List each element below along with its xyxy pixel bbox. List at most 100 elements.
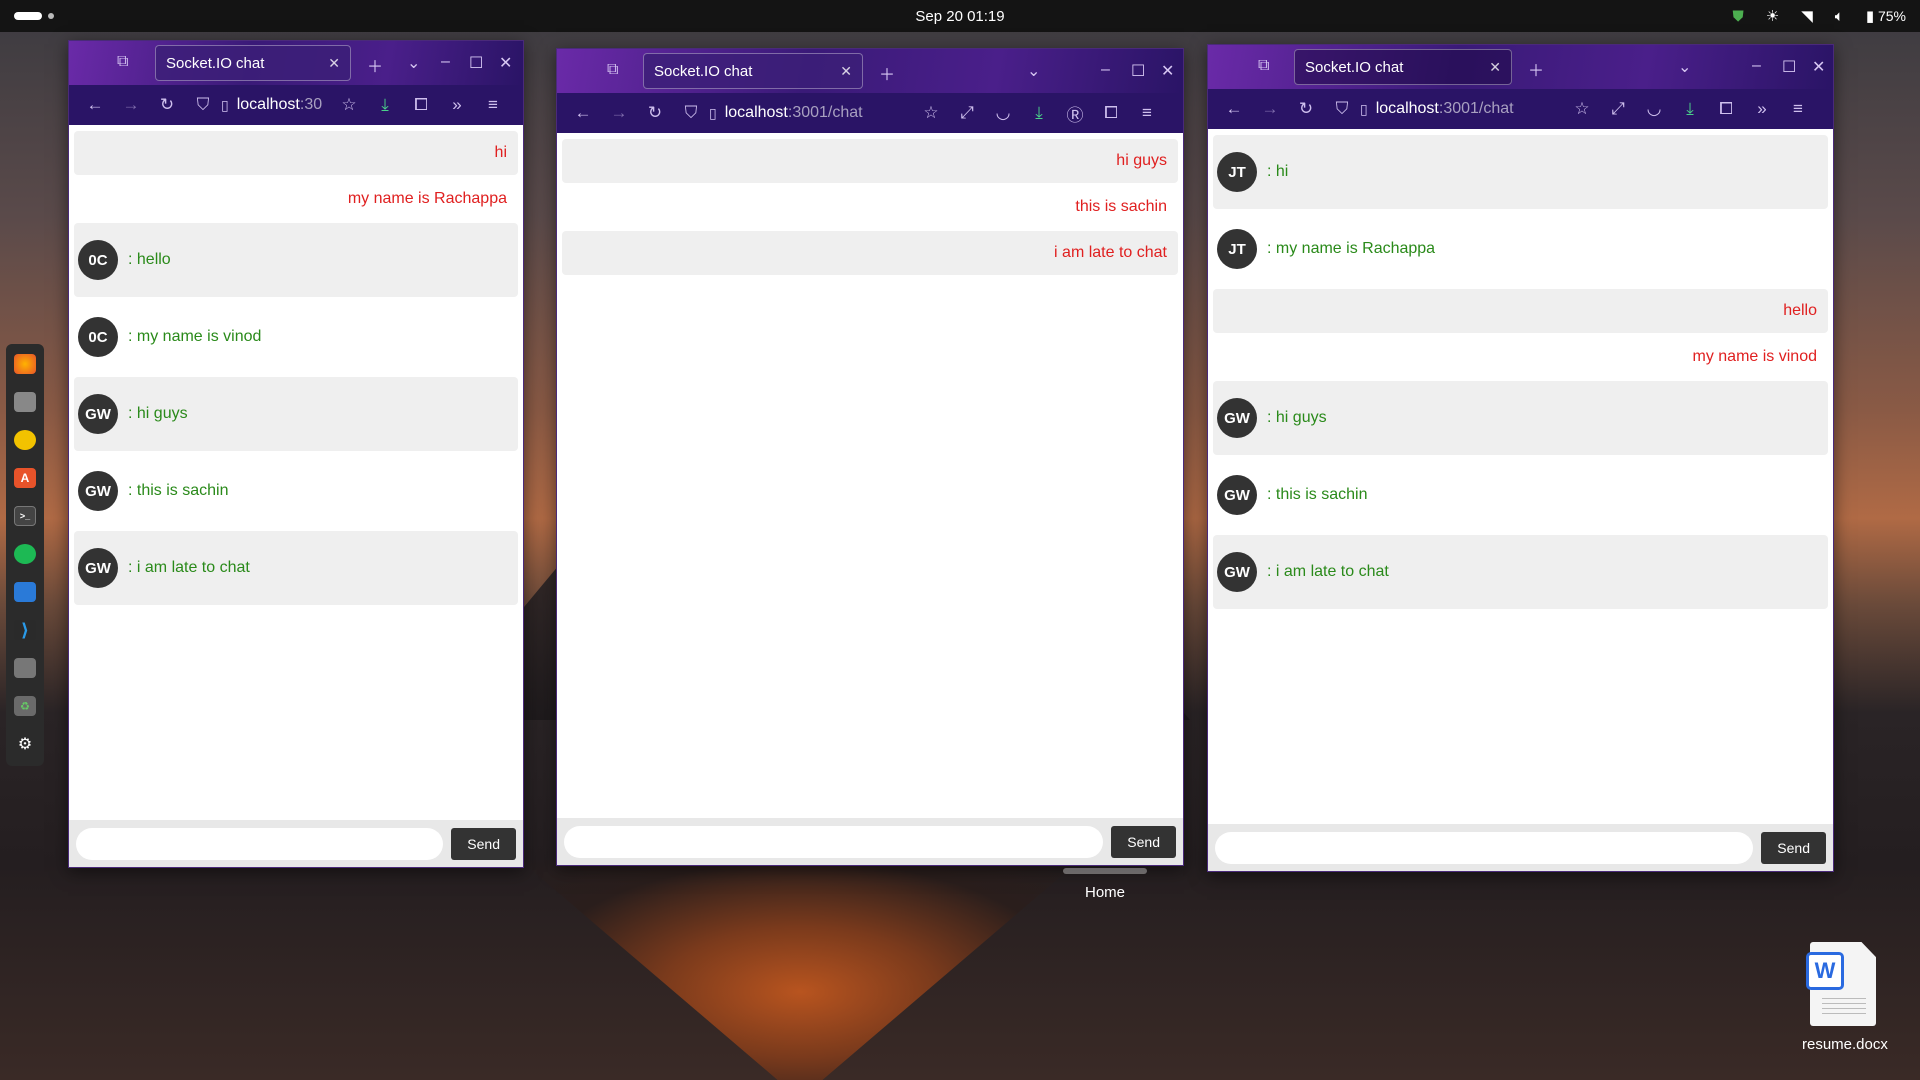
app-center-icon[interactable]: A — [14, 468, 36, 488]
chat-message: GW: i am late to chat — [1213, 535, 1828, 609]
firefox-icon[interactable] — [14, 354, 36, 374]
battery-indicator[interactable]: ▮ 75% — [1866, 8, 1906, 24]
send-button[interactable]: Send — [1761, 831, 1826, 864]
bookmark-star-icon[interactable]: ☆ — [1564, 99, 1600, 119]
extensions-icon[interactable]: ⧠ — [1708, 99, 1744, 119]
overflow-chevrons-icon[interactable]: » — [1744, 99, 1780, 119]
back-icon[interactable]: ← — [77, 95, 113, 115]
send-button[interactable]: Send — [1111, 825, 1176, 858]
trash-icon[interactable]: ♻ — [14, 696, 36, 716]
brightness-icon[interactable]: ☀ — [1766, 9, 1779, 24]
bookmark-star-icon[interactable]: ☆ — [331, 95, 367, 115]
spotify-icon[interactable] — [14, 544, 36, 564]
overflow-chevrons-icon[interactable]: » — [439, 95, 475, 115]
chat-message: JT: my name is Rachappa — [1208, 209, 1833, 289]
back-icon[interactable]: ← — [565, 103, 601, 123]
url-host: localhost — [236, 96, 300, 113]
extensions-icon[interactable]: ⧠ — [1093, 103, 1129, 123]
url-bar[interactable]: ▯ localhost:3001/chat — [1360, 100, 1564, 118]
extensions-icon[interactable]: ⧠ — [403, 95, 439, 115]
rhythmbox-icon[interactable] — [14, 430, 36, 450]
message-text: : my name is vinod — [128, 328, 262, 345]
send-button[interactable]: Send — [451, 827, 516, 860]
forward-icon[interactable]: → — [1252, 99, 1288, 119]
reload-icon[interactable]: ↻ — [1288, 99, 1324, 119]
account-avatar-icon[interactable]: Ⓡ — [1057, 101, 1093, 126]
message-input[interactable] — [1215, 831, 1754, 864]
tab-socketio-chat[interactable]: Socket.IO chat ✕ — [643, 53, 863, 89]
back-icon[interactable]: ← — [1216, 99, 1252, 119]
message-text: : this is sachin — [1267, 486, 1368, 503]
shield-icon[interactable]: ⛊ — [1733, 9, 1744, 24]
tab-list-icon[interactable]: ⌄ — [407, 53, 420, 73]
maximize-icon[interactable]: ☐ — [1782, 57, 1796, 77]
message-input[interactable] — [76, 827, 444, 860]
reload-icon[interactable]: ↻ — [637, 103, 673, 123]
maximize-icon[interactable]: ☐ — [469, 53, 483, 73]
tab-title: Socket.IO chat — [654, 62, 753, 80]
terminal-icon[interactable]: >_ — [14, 506, 36, 526]
bookmark-star-icon[interactable]: ☆ — [913, 103, 949, 123]
message-text: : hello — [128, 251, 171, 268]
url-host: localhost — [724, 104, 788, 121]
tab-list-icon[interactable]: ⌄ — [1678, 57, 1691, 77]
wifi-icon[interactable]: ◥ — [1801, 9, 1813, 24]
downloads-icon[interactable]: ⤓ — [367, 95, 403, 115]
new-tab-icon[interactable]: ＋ — [367, 53, 383, 77]
disk-icon[interactable] — [14, 658, 36, 678]
tab-close-icon[interactable]: ✕ — [1489, 59, 1501, 76]
close-window-icon[interactable]: ✕ — [499, 53, 512, 73]
downloads-icon[interactable]: ⤓ — [1672, 99, 1708, 119]
expand-icon[interactable]: ⤢ — [949, 103, 985, 123]
tab-list-icon[interactable]: ⌄ — [1027, 61, 1040, 81]
file-name-label[interactable]: resume.docx — [1802, 1036, 1888, 1053]
menu-hamburger-icon[interactable]: ≡ — [1780, 99, 1816, 119]
menu-hamburger-icon[interactable]: ≡ — [1129, 103, 1165, 123]
new-tab-icon[interactable]: ＋ — [879, 61, 895, 85]
wallpaper-reflection — [520, 860, 1080, 1080]
shield-icon[interactable]: ⛉ — [185, 95, 221, 115]
url-bar[interactable]: ▯ localhost:30 — [221, 96, 331, 114]
files-icon[interactable] — [14, 392, 36, 412]
volume-icon[interactable]: 🔈︎ — [1835, 9, 1844, 24]
home-folder-label[interactable]: Home — [1085, 884, 1125, 901]
url-bar[interactable]: ▯ localhost:3001/chat — [709, 104, 913, 122]
own-message: my name is Rachappa — [69, 175, 523, 223]
url-path: :3001/chat — [787, 104, 863, 121]
pocket-icon[interactable]: ◡ — [1636, 99, 1672, 119]
forward-icon[interactable]: → — [601, 103, 637, 123]
vscode-icon[interactable]: ⟩ — [14, 620, 36, 640]
system-tray[interactable]: ⛊ ☀ ◥ 🔈︎ ▮ 75% — [1733, 0, 1906, 32]
clock[interactable]: Sep 20 01:19 — [915, 8, 1004, 25]
forward-icon[interactable]: → — [113, 95, 149, 115]
close-window-icon[interactable]: ✕ — [1161, 61, 1174, 81]
tab-overview-icon[interactable]: ⧉ — [117, 53, 128, 71]
url-path: :3001/chat — [1438, 100, 1514, 117]
maximize-icon[interactable]: ☐ — [1131, 61, 1145, 81]
tab-overview-icon[interactable]: ⧉ — [607, 61, 618, 79]
message-input[interactable] — [564, 825, 1104, 858]
shield-icon[interactable]: ⛉ — [1324, 99, 1360, 119]
message-text: this is sachin — [1075, 198, 1167, 215]
tab-socketio-chat[interactable]: Socket.IO chat ✕ — [1294, 49, 1512, 85]
page-icon: ▯ — [709, 104, 717, 121]
tab-close-icon[interactable]: ✕ — [840, 63, 852, 80]
reload-icon[interactable]: ↻ — [149, 95, 185, 115]
show-apps-icon[interactable]: ⚙ — [14, 734, 36, 754]
minimize-icon[interactable]: – — [1101, 61, 1110, 79]
pocket-icon[interactable]: ◡ — [985, 103, 1021, 123]
minimize-icon[interactable]: – — [441, 53, 450, 71]
tab-close-icon[interactable]: ✕ — [328, 55, 340, 72]
minimize-icon[interactable]: – — [1752, 57, 1761, 75]
tab-overview-icon[interactable]: ⧉ — [1258, 57, 1269, 75]
tab-socketio-chat[interactable]: Socket.IO chat ✕ — [155, 45, 351, 81]
activities-indicator[interactable] — [14, 12, 54, 20]
menu-hamburger-icon[interactable]: ≡ — [475, 95, 511, 115]
shield-icon[interactable]: ⛉ — [673, 103, 709, 123]
downloads-icon[interactable]: ⤓ — [1021, 103, 1057, 123]
close-window-icon[interactable]: ✕ — [1812, 57, 1825, 77]
expand-icon[interactable]: ⤢ — [1600, 99, 1636, 119]
monitor-icon[interactable] — [14, 582, 36, 602]
new-tab-icon[interactable]: ＋ — [1528, 57, 1544, 81]
nav-bar: ← → ↻ ⛉ ▯ localhost:3001/chat ☆ ⤢ ◡ ⤓ ⧠ … — [1208, 89, 1833, 129]
